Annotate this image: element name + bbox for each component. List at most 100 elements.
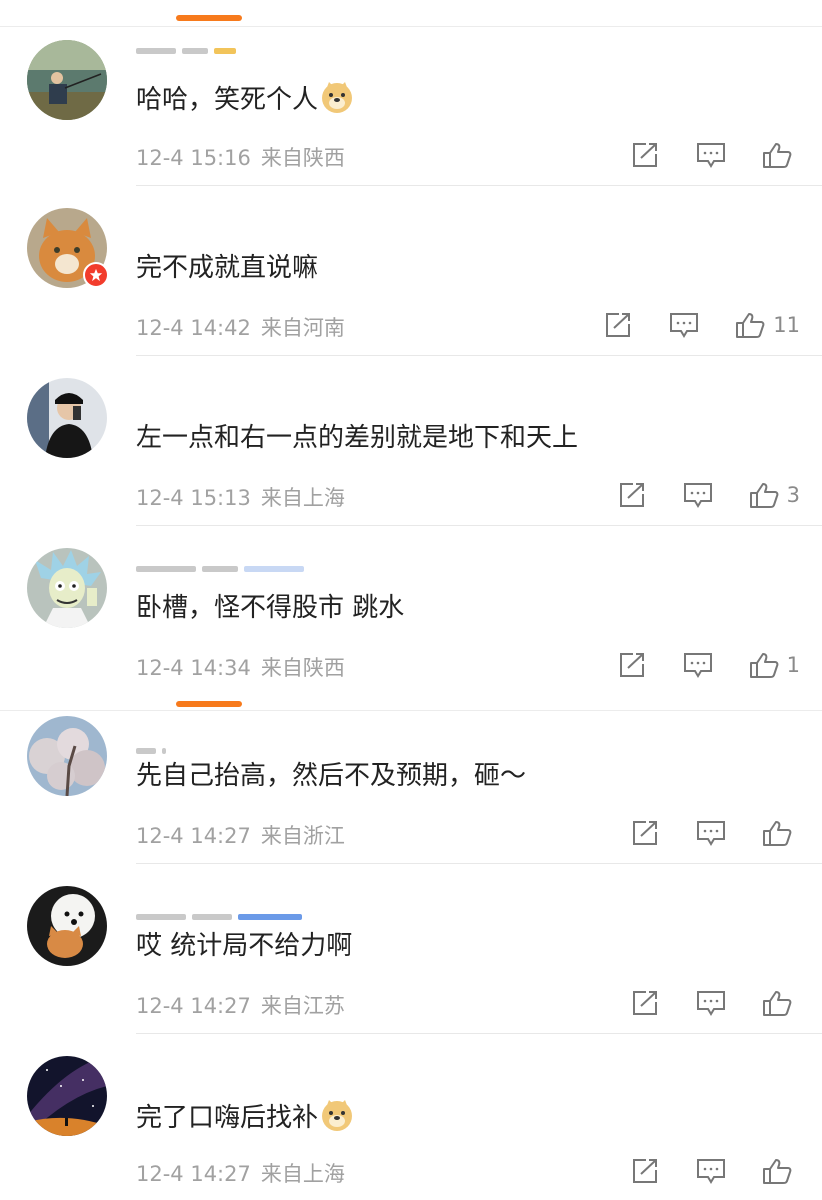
comment-text: 完了口嗨后找补	[136, 1098, 354, 1136]
comment-button[interactable]	[683, 481, 713, 509]
comment-actions: 3	[581, 480, 800, 510]
share-icon	[633, 821, 657, 845]
blossom-tree-avatar[interactable]	[27, 716, 107, 796]
comment-item: 左一点和右一点的差别就是地下和天上 12-4 15:13 来自上海 3	[0, 358, 822, 528]
comment-text: 完不成就直说嘛	[136, 253, 319, 283]
like-button[interactable]: 11	[735, 311, 800, 339]
comment-location: 来自陕西	[260, 146, 345, 170]
like-count: 3	[786, 483, 800, 507]
fishing-man-avatar[interactable]	[27, 40, 107, 120]
share-icon	[606, 313, 631, 337]
comment-item: 先自己抬高，然后不及预期，砸～ 12-4 14:27 来自浙江	[0, 696, 822, 866]
cartoon-scientist-avatar[interactable]	[27, 548, 107, 628]
comment-actions	[594, 818, 800, 848]
starry-sky-avatar[interactable]	[27, 1056, 107, 1136]
comment-meta: 12-4 14:42 来自河南	[136, 312, 345, 342]
comment-text: 左一点和右一点的差别就是地下和天上	[136, 423, 579, 453]
comment-item: 哎 统计局不给力啊 12-4 14:27 来自江苏	[0, 866, 822, 1036]
comment-meta: 12-4 14:27 来自江苏	[136, 990, 345, 1020]
thumbs-up-icon	[736, 313, 765, 338]
comment-actions	[594, 988, 800, 1018]
share-icon	[633, 1159, 657, 1183]
comment-actions: 1	[581, 650, 800, 680]
like-button[interactable]	[762, 989, 800, 1017]
comment-time: 12-4 15:13	[136, 486, 251, 510]
comment-time: 12-4 14:42	[136, 316, 251, 340]
comment-location: 来自河南	[260, 316, 345, 340]
share-button[interactable]	[617, 481, 647, 509]
comment-time: 12-4 15:16	[136, 146, 251, 170]
comment-icon	[697, 821, 725, 846]
comment-item: 哈哈，笑死个人 12-4 15:16 来自陕西	[0, 18, 822, 188]
share-button[interactable]	[630, 1157, 660, 1185]
share-icon	[619, 483, 644, 507]
share-button[interactable]	[630, 141, 660, 169]
comment-button[interactable]	[696, 989, 726, 1017]
share-icon	[633, 991, 657, 1015]
comment-meta: 12-4 14:34 来自陕西	[136, 652, 345, 682]
comment-divider	[136, 185, 822, 186]
comment-item: 完了口嗨后找补 12-4 14:27 来自上海	[0, 1036, 822, 1200]
share-button[interactable]	[630, 819, 660, 847]
comment-text: 哎 统计局不给力啊	[136, 931, 353, 961]
like-button[interactable]	[762, 141, 800, 169]
like-button[interactable]: 1	[749, 651, 800, 679]
comment-meta: 12-4 15:16 来自陕西	[136, 142, 345, 172]
comment-time: 12-4 14:27	[136, 1162, 251, 1186]
doge-emoji	[322, 1100, 353, 1131]
comment-button[interactable]	[696, 141, 726, 169]
comment-item: 完不成就直说嘛 12-4 14:42 来自河南 11	[0, 188, 822, 358]
share-icon	[619, 653, 644, 677]
like-button[interactable]: 3	[749, 481, 800, 509]
comment-location: 来自浙江	[260, 824, 345, 848]
comment-actions: 11	[567, 310, 800, 340]
comment-icon	[697, 143, 725, 168]
comment-location: 来自江苏	[260, 994, 345, 1018]
comment-time: 12-4 14:34	[136, 656, 251, 680]
comment-meta: 12-4 14:27 来自上海	[136, 1158, 345, 1188]
comment-icon	[683, 653, 712, 678]
comment-location: 来自上海	[260, 1162, 345, 1186]
share-icon	[633, 143, 657, 167]
username-cutoff	[136, 906, 308, 920]
comment-button[interactable]	[696, 1157, 726, 1185]
comment-button[interactable]	[683, 651, 713, 679]
comment-time: 12-4 14:27	[136, 824, 251, 848]
like-button[interactable]	[762, 819, 800, 847]
comment-icon	[683, 483, 712, 508]
comment-time: 12-4 14:27	[136, 994, 251, 1018]
comment-icon	[697, 1159, 725, 1184]
share-button[interactable]	[617, 651, 647, 679]
like-count: 1	[786, 653, 800, 677]
comment-meta: 12-4 15:13 来自上海	[136, 482, 345, 512]
comment-text: 卧槽，怪不得股市 跳水	[136, 593, 405, 623]
comment-text: 哈哈，笑死个人	[136, 80, 354, 118]
share-button[interactable]	[630, 989, 660, 1017]
comment-icon	[697, 991, 725, 1016]
thumbs-up-icon	[749, 483, 779, 508]
comment-item: 卧槽，怪不得股市 跳水 12-4 14:34 来自陕西 1	[0, 528, 822, 698]
doge-emoji	[322, 82, 353, 113]
username-cutoff	[136, 740, 172, 754]
comment-location: 来自上海	[260, 486, 345, 510]
comment-button[interactable]	[669, 311, 699, 339]
comment-divider	[136, 863, 822, 864]
share-button[interactable]	[603, 311, 633, 339]
like-button[interactable]	[762, 1157, 800, 1185]
username-cutoff	[136, 40, 242, 54]
comment-actions	[594, 1156, 800, 1186]
thumbs-up-icon	[763, 821, 792, 846]
username-cutoff	[136, 558, 310, 572]
verified-badge-icon	[83, 262, 109, 288]
man-with-phone-avatar[interactable]	[27, 378, 107, 458]
comment-icon	[670, 313, 699, 338]
comment-text: 先自己抬高，然后不及预期，砸～	[136, 761, 527, 791]
comment-meta: 12-4 14:27 来自浙江	[136, 820, 345, 850]
comment-divider	[136, 525, 822, 526]
comment-button[interactable]	[696, 819, 726, 847]
thumbs-up-icon	[763, 991, 792, 1016]
comment-divider	[136, 355, 822, 356]
comment-divider	[136, 1033, 822, 1034]
comment-actions	[594, 140, 800, 170]
white-dog-and-cat-avatar[interactable]	[27, 886, 107, 966]
